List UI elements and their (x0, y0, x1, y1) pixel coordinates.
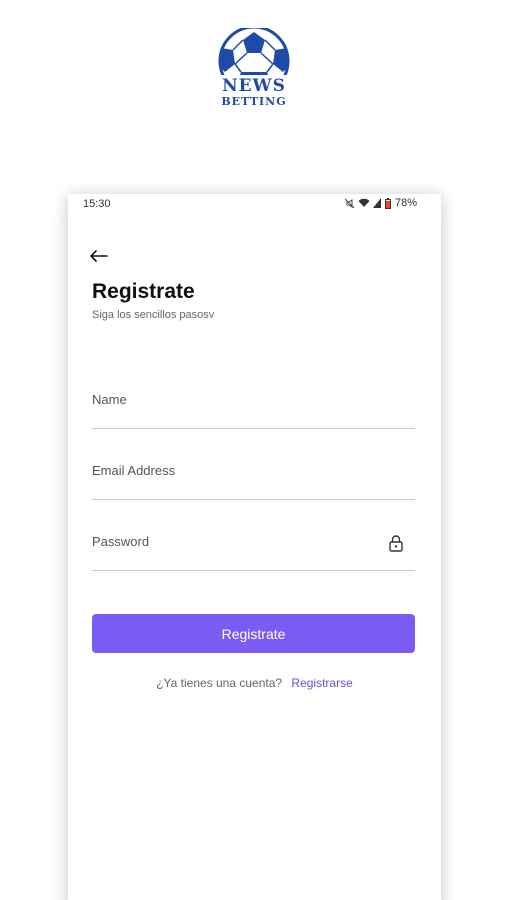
status-icons: 78% (344, 197, 417, 209)
signin-link[interactable]: Registrarse (291, 676, 352, 690)
battery-icon (384, 197, 391, 209)
email-input[interactable] (92, 459, 419, 501)
logo-text-news: NEWS (222, 76, 286, 96)
password-field[interactable]: Password (92, 530, 419, 572)
signal-icon (372, 198, 381, 208)
email-field[interactable]: Email Address (92, 459, 419, 501)
news-betting-logo: NEWS BETTING (213, 28, 295, 112)
page-subtitle: Siga los sencillos pasosv (92, 309, 215, 321)
arrow-left-icon (90, 250, 108, 262)
status-time: 15:30 (83, 198, 111, 210)
app-store-screenshot: NEWS BETTING 15:30 78% Registrate Siga l… (0, 0, 506, 900)
back-button[interactable] (90, 246, 114, 266)
battery-percent: 78% (394, 197, 417, 209)
logo-text-betting: BETTING (221, 95, 286, 108)
signin-question: ¿Ya tienes una cuenta? (156, 676, 283, 690)
register-button[interactable]: Registrate (92, 614, 415, 653)
page-title: Registrate (92, 280, 195, 303)
soccer-ball-logo-icon: NEWS BETTING (216, 28, 292, 108)
name-input[interactable] (92, 388, 419, 430)
wifi-icon (358, 198, 370, 207)
signin-row: ¿Ya tienes una cuenta? Registrarse (68, 676, 441, 690)
phone-screen: 15:30 78% Registrate Siga los sencillos … (68, 194, 441, 900)
name-field[interactable]: Name (92, 388, 419, 430)
lock-icon[interactable] (389, 535, 403, 552)
status-bar: 15:30 78% (68, 194, 441, 214)
mute-icon (344, 198, 355, 208)
password-input[interactable] (92, 530, 419, 572)
